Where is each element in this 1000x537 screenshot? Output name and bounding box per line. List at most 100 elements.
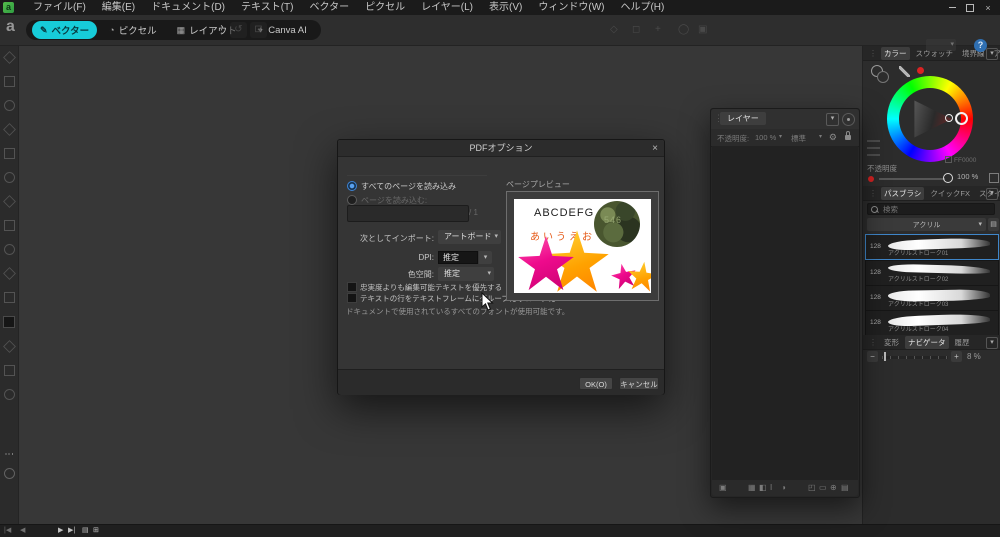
insert-inside-icon[interactable]: ◰ [808, 483, 816, 492]
sat-knob[interactable] [945, 114, 953, 122]
last-page-icon[interactable]: ▶| [68, 526, 75, 534]
opacity-value[interactable]: 100 % [957, 172, 978, 181]
pages-grid-icon[interactable]: ▤ [82, 526, 89, 534]
menu-text[interactable]: テキスト(T) [234, 0, 300, 15]
brush-item[interactable]: 128 アクリルストローク01 [865, 234, 999, 260]
more-tools-icon[interactable]: ⋮ [4, 446, 15, 464]
corner-tool-icon[interactable] [4, 100, 15, 111]
gradient-tool-icon[interactable] [3, 340, 16, 353]
persona-pixel[interactable]: ◔ ピクセル [101, 21, 164, 39]
chevron-down-icon[interactable]: ▾ [779, 133, 782, 140]
panel-chevron-icon[interactable]: ▾ [826, 113, 839, 126]
cancel-button[interactable]: キャンセル [619, 377, 659, 390]
edit-all-layers-icon[interactable]: ▣ [719, 483, 727, 492]
menu-vector[interactable]: ベクター [302, 0, 356, 15]
grid-toggle-icon[interactable]: ▣ [698, 24, 707, 35]
chevron-down-icon[interactable]: ▾ [819, 133, 822, 140]
panel-menu-icon[interactable] [842, 113, 855, 126]
dpi-combo-field[interactable]: 推定 [438, 251, 478, 264]
view-tool-icon[interactable] [4, 468, 15, 479]
toolbar-dropdown[interactable]: ▾ [926, 39, 956, 51]
dpi-combo-button[interactable]: ▾ [479, 251, 492, 264]
corner-icon[interactable]: ◻ [632, 24, 640, 35]
panel-chevron-icon[interactable]: ▾ [986, 188, 998, 200]
brush-tool-icon[interactable] [4, 172, 15, 183]
layer-effects-icon[interactable]: Ι [770, 483, 772, 492]
snap-icon[interactable]: ◇ [610, 24, 618, 35]
zoom-in-button[interactable]: + [951, 351, 962, 362]
color-wheel[interactable] [887, 76, 973, 162]
tab-layers[interactable]: レイヤー [720, 112, 766, 125]
zoom-out-button[interactable]: − [867, 351, 878, 362]
layers-opacity-value[interactable]: 100 % [755, 133, 776, 142]
brush-list-options-icon[interactable]: ▤ [988, 218, 999, 231]
lock-icon[interactable] [845, 135, 851, 140]
tab-navigator[interactable]: ナビゲータ [905, 336, 949, 349]
brush-item[interactable]: 128 アクリルストローク04 [865, 310, 999, 336]
opacity-knob[interactable] [943, 173, 953, 183]
brush-item[interactable]: 128 アクリルストローク03 [865, 285, 999, 310]
search-input[interactable] [881, 204, 985, 215]
panel-chevron-icon[interactable]: ▾ [986, 337, 998, 349]
circle-tool-icon[interactable]: ◯ [678, 24, 689, 35]
zoom-slider[interactable] [882, 356, 948, 359]
pen-tool-icon[interactable] [3, 123, 16, 136]
menu-edit[interactable]: 編集(E) [95, 0, 142, 15]
opacity-slider[interactable] [879, 178, 945, 180]
duplicate-page-icon[interactable]: ⊞ [93, 526, 99, 534]
shape-tool-icon[interactable] [4, 220, 15, 231]
dialog-titlebar[interactable]: PDFオプション × [338, 140, 664, 157]
ok-button[interactable]: OK(O) [579, 377, 613, 390]
import-as-dropdown[interactable]: アートボード ▾ [438, 230, 501, 244]
fill-stroke-chips[interactable] [871, 65, 889, 83]
mask-layer-icon[interactable]: ▦ [748, 483, 756, 492]
opacity-options-icon[interactable] [989, 173, 999, 183]
tab-quick-fx[interactable]: クイックFX [927, 187, 973, 200]
layers-list-empty[interactable] [712, 146, 858, 480]
hue-knob[interactable] [955, 112, 968, 125]
brush-item[interactable]: 128 アクリルストローク02 [865, 260, 999, 285]
undo-icon[interactable]: ↺ [230, 22, 247, 38]
rect-tool-icon[interactable] [4, 244, 15, 255]
new-pixel-layer-icon[interactable]: ⊕ [830, 483, 837, 492]
zoom-value[interactable]: 8 % [967, 352, 981, 361]
adjustment-layer-icon[interactable]: ◧ [759, 483, 767, 492]
move-icon[interactable]: + [655, 24, 661, 35]
prev-page-icon[interactable]: ◀ [20, 526, 25, 534]
menu-window[interactable]: ウィンドウ(W) [531, 0, 611, 15]
text-tool-icon[interactable] [4, 292, 15, 303]
menu-document[interactable]: ドキュメント(D) [144, 0, 232, 15]
transparency-tool-icon[interactable] [4, 365, 15, 376]
radio-load-page[interactable] [347, 195, 357, 205]
tab-transform[interactable]: 変形 [881, 336, 902, 349]
zoom-fit-icon[interactable]: ⊡ [250, 22, 267, 38]
menu-layer[interactable]: レイヤー(L) [414, 0, 480, 15]
fill-tool-icon[interactable] [3, 195, 16, 208]
current-color-swatch[interactable] [917, 67, 924, 74]
eyedropper-icon[interactable] [899, 66, 910, 77]
restore-icon[interactable] [964, 2, 976, 13]
help-icon[interactable]: ? [974, 39, 987, 52]
zoom-tool-icon[interactable] [4, 389, 15, 400]
panel-chevron-icon[interactable]: ▾ [986, 48, 998, 60]
blend-mode-dropdown[interactable]: 標準 [791, 133, 806, 144]
dialog-close-icon[interactable]: × [652, 141, 658, 156]
tab-color[interactable]: カラー [881, 47, 910, 60]
next-page-icon[interactable]: ▶ [58, 526, 63, 534]
tab-path-brushes[interactable]: パスブラシ [881, 187, 924, 200]
tab-history[interactable]: 履歴 [952, 336, 973, 349]
colorspace-dropdown[interactable]: 推定 ▾ [438, 267, 494, 281]
checkbox-favor-editable-text[interactable] [347, 282, 357, 292]
brush-category-dropdown[interactable]: ▾ アクリル [867, 218, 986, 231]
close-icon[interactable]: × [982, 2, 994, 13]
page-number-input[interactable] [347, 205, 469, 222]
color-chip[interactable] [3, 316, 15, 328]
delete-layer-icon[interactable]: ▤ [841, 483, 849, 492]
menu-view[interactable]: 表示(V) [482, 0, 529, 15]
move-tool-icon[interactable] [3, 51, 16, 64]
node-tool-icon[interactable] [4, 76, 15, 87]
persona-vector[interactable]: ✎ ベクター [32, 21, 97, 39]
menu-pixel[interactable]: ピクセル [358, 0, 412, 15]
zoom-slider-knob[interactable] [884, 352, 886, 361]
gear-icon[interactable]: ⚙ [829, 132, 837, 143]
